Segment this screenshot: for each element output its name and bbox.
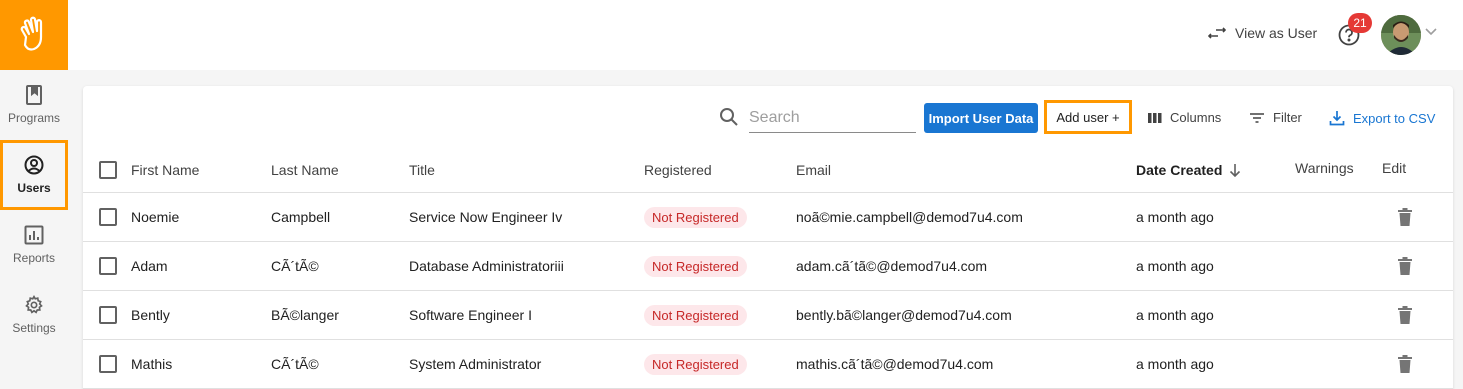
header-edit: Edit	[1382, 159, 1407, 176]
cell-first-name: Noemie	[131, 209, 180, 225]
import-user-data-button[interactable]: Import User Data	[924, 103, 1038, 133]
view-as-user-button[interactable]: View as User	[1208, 25, 1317, 41]
hand-wave-icon	[20, 16, 43, 51]
cell-date-created: a month ago	[1136, 356, 1214, 372]
trash-icon[interactable]	[1397, 355, 1413, 373]
status-badge: Not Registered	[644, 304, 747, 326]
cell-title: Database Administratoriii	[409, 258, 564, 274]
filter-icon	[1250, 112, 1264, 123]
header-email[interactable]: Email	[796, 147, 831, 192]
table-row[interactable]: Noemie Campbell Service Now Engineer Iv …	[83, 193, 1453, 242]
header-last-name[interactable]: Last Name	[271, 147, 339, 192]
cell-registered: Not Registered	[644, 291, 747, 339]
trash-icon[interactable]	[1397, 257, 1413, 275]
cell-title: System Administrator	[409, 356, 542, 372]
filter-label: Filter	[1273, 110, 1302, 125]
export-csv-label: Export to CSV	[1353, 110, 1436, 126]
cell-first-name: Bently	[131, 307, 170, 323]
header-first-name[interactable]: First Name	[131, 147, 199, 192]
cell-last-name: CÃ´tÃ©	[271, 258, 319, 274]
status-badge: Not Registered	[644, 353, 747, 375]
cell-last-name: Campbell	[271, 209, 331, 225]
cell-email: bently.bã©langer@demod7u4.com	[796, 307, 1012, 323]
notification-badge: 21	[1348, 13, 1372, 33]
view-as-user-label: View as User	[1235, 25, 1318, 41]
nav-reports-label: Reports	[12, 251, 56, 265]
table-row[interactable]: Adam CÃ´tÃ© Database Administratoriii No…	[83, 242, 1453, 291]
trash-icon[interactable]	[1397, 208, 1413, 226]
nav-programs[interactable]: Programs	[0, 70, 68, 140]
user-circle-icon	[24, 155, 44, 175]
export-csv-button[interactable]: Export to CSV	[1329, 110, 1435, 126]
cell-email: adam.cã´tã©@demod7u4.com	[796, 258, 988, 274]
header-title[interactable]: Title	[409, 147, 435, 192]
user-photo-icon	[1381, 15, 1421, 55]
cell-email: noã©mie.campbell@demod7u4.com	[796, 209, 1023, 225]
chevron-down-icon[interactable]	[1425, 28, 1437, 36]
swap-arrows-icon	[1208, 27, 1226, 39]
users-card: Import User Data Add user + Columns Filt…	[83, 86, 1453, 389]
status-badge: Not Registered	[644, 255, 747, 277]
cell-date-created: a month ago	[1136, 258, 1214, 274]
cell-first-name: Adam	[131, 258, 168, 274]
cell-last-name: BÃ©langer	[271, 307, 339, 323]
row-checkbox[interactable]	[99, 355, 117, 373]
cell-registered: Not Registered	[644, 242, 747, 290]
nav-settings-label: Settings	[12, 321, 56, 335]
bar-chart-icon	[24, 225, 44, 245]
row-checkbox[interactable]	[99, 306, 117, 324]
avatar[interactable]	[1381, 15, 1421, 55]
table-toolbar: Import User Data Add user + Columns Filt…	[83, 86, 1453, 152]
header-date-created-label: Date Created	[1136, 161, 1223, 178]
filter-button[interactable]: Filter	[1249, 110, 1302, 125]
cell-registered: Not Registered	[644, 193, 747, 241]
search-input[interactable]	[749, 104, 916, 133]
nav-settings[interactable]: Settings	[0, 280, 68, 350]
table-row[interactable]: Bently BÃ©langer Software Engineer I Not…	[83, 291, 1453, 340]
columns-label: Columns	[1170, 110, 1222, 125]
nav-users-label: Users	[17, 181, 51, 195]
download-icon	[1329, 111, 1345, 126]
header-date-created[interactable]: Date Created	[1136, 147, 1241, 192]
row-checkbox[interactable]	[99, 257, 117, 275]
gear-icon	[25, 295, 43, 314]
cell-email: mathis.cã´tã©@demod7u4.com	[796, 356, 994, 372]
cell-last-name: CÃ´tÃ©	[271, 356, 319, 372]
book-icon	[26, 85, 42, 105]
cell-date-created: a month ago	[1136, 307, 1214, 323]
search-icon	[720, 108, 738, 126]
nav-programs-label: Programs	[7, 111, 60, 125]
arrow-down-icon	[1230, 163, 1241, 177]
cell-title: Software Engineer I	[409, 307, 532, 323]
app-logo[interactable]	[0, 0, 68, 70]
row-checkbox[interactable]	[99, 208, 117, 226]
cell-first-name: Mathis	[131, 356, 173, 372]
columns-button[interactable]: Columns	[1148, 110, 1221, 125]
table-row[interactable]: Mathis CÃ´tÃ© System Administrator Not R…	[83, 340, 1453, 389]
select-all-checkbox[interactable]	[99, 160, 117, 179]
cell-title: Service Now Engineer Iv	[409, 209, 563, 225]
header-registered[interactable]: Registered	[644, 147, 712, 192]
top-bar: View as User 21	[68, 0, 1463, 70]
sidebar: Programs Users Reports Settings	[0, 0, 68, 389]
trash-icon[interactable]	[1397, 306, 1413, 324]
table-header-row: First Name Last Name Title Registered Em…	[83, 147, 1453, 193]
header-warnings: Warnings	[1295, 159, 1354, 176]
cell-date-created: a month ago	[1136, 209, 1214, 225]
status-badge: Not Registered	[644, 206, 747, 228]
nav-users[interactable]: Users	[0, 140, 68, 210]
add-user-button[interactable]: Add user +	[1044, 100, 1132, 134]
nav-reports[interactable]: Reports	[0, 210, 68, 280]
cell-registered: Not Registered	[644, 340, 747, 388]
columns-icon	[1148, 112, 1162, 123]
